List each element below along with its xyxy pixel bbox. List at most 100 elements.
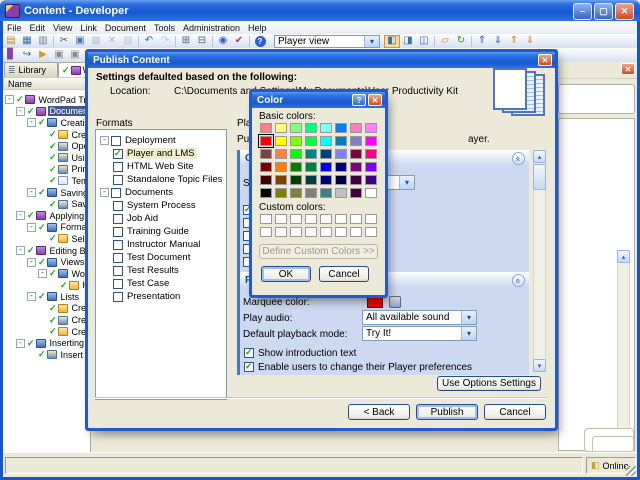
chevron-down-icon[interactable]: ▾	[461, 327, 476, 340]
print-icon[interactable]: ▥	[35, 35, 51, 48]
format-checkbox[interactable]	[113, 161, 123, 172]
spelling-icon[interactable]: ✔	[231, 35, 247, 48]
format-item[interactable]: Test Document	[96, 251, 226, 264]
custom-color-swatch[interactable]	[290, 214, 302, 224]
close-pane-button[interactable]: ✕	[621, 63, 635, 75]
tree-item[interactable]: -✓ WordPad Training	[3, 94, 90, 106]
custom-color-swatch[interactable]	[320, 214, 332, 224]
content-collapse-icon[interactable]: «	[512, 152, 525, 165]
format-item[interactable]: Test Case	[96, 277, 226, 290]
basic-color-swatch[interactable]	[320, 162, 332, 172]
basic-color-swatch[interactable]	[335, 123, 347, 133]
basic-color-swatch[interactable]	[365, 123, 377, 133]
scroll-up-button[interactable]: ▴	[533, 150, 546, 163]
basic-color-swatch[interactable]	[365, 188, 377, 198]
new-module-icon[interactable]: ▊	[3, 49, 19, 62]
tree-expander[interactable]: -	[16, 106, 25, 116]
playback-mode-select[interactable]: Try It! ▾	[362, 326, 477, 341]
basic-color-swatch[interactable]	[350, 149, 362, 159]
player-option-checkbox[interactable]	[244, 361, 254, 372]
format-item[interactable]: Job Aid	[96, 212, 226, 225]
basic-color-swatch[interactable]	[275, 149, 287, 159]
tree-expander[interactable]: -	[27, 292, 36, 302]
custom-color-swatch[interactable]	[350, 214, 362, 224]
tree-expander[interactable]: -	[5, 95, 14, 105]
color-help-button[interactable]: ?	[352, 94, 366, 106]
tab-module[interactable]: ✓ Word	[58, 62, 91, 77]
basic-color-swatch[interactable]	[275, 175, 287, 185]
save-icon[interactable]: ▦	[19, 35, 35, 48]
tree-item[interactable]: -✓ Editing Basics	[3, 245, 90, 257]
format-checkbox[interactable]	[111, 135, 121, 146]
custom-color-swatch[interactable]	[350, 227, 362, 237]
basic-color-swatch[interactable]	[365, 162, 377, 172]
menu-help[interactable]: Help	[244, 23, 271, 33]
menu-administration[interactable]: Administration	[179, 23, 244, 33]
format-expander[interactable]: -	[100, 136, 109, 145]
color-close-button[interactable]: ✕	[368, 94, 382, 106]
basic-color-swatch[interactable]	[305, 149, 317, 159]
basic-color-swatch[interactable]	[335, 175, 347, 185]
tree-item[interactable]: ✓ Hi	[3, 280, 90, 292]
basic-color-swatch[interactable]	[260, 162, 272, 172]
tree-item[interactable]: ✓Select	[3, 233, 90, 245]
marquee-color-swatch[interactable]	[367, 295, 383, 308]
tree-item[interactable]: ✓Creat	[3, 314, 90, 326]
menu-file[interactable]: File	[3, 23, 26, 33]
format-item[interactable]: HTML Web Site	[96, 160, 226, 173]
basic-color-swatch[interactable]	[260, 123, 272, 133]
format-checkbox[interactable]	[113, 148, 123, 159]
check-out-icon[interactable]: ⇓	[490, 35, 506, 48]
custom-color-swatch[interactable]	[335, 214, 347, 224]
expand-all-icon[interactable]: ⊞	[178, 35, 194, 48]
custom-color-swatch[interactable]	[320, 227, 332, 237]
help-icon[interactable]: ?	[252, 35, 268, 48]
basic-color-swatch[interactable]	[335, 149, 347, 159]
basic-color-swatch[interactable]	[290, 123, 302, 133]
tree-expander[interactable]: -	[27, 188, 36, 198]
format-checkbox[interactable]	[113, 200, 123, 211]
outline-view-button[interactable]: ◨	[400, 35, 416, 48]
basic-color-swatch[interactable]	[335, 136, 347, 146]
basic-color-swatch[interactable]	[305, 136, 317, 146]
back-button[interactable]: < Back	[348, 404, 410, 420]
basic-color-swatch[interactable]	[275, 188, 287, 198]
tree-item[interactable]: ✓Creat	[3, 326, 90, 338]
tree-item[interactable]: - ✓ Lists	[3, 291, 90, 303]
play-audio-select[interactable]: All available sound ▾	[362, 310, 477, 325]
preview-icon[interactable]: ▣	[67, 49, 83, 62]
undo-icon[interactable]: ↶	[141, 35, 157, 48]
format-checkbox[interactable]	[111, 187, 121, 198]
basic-color-swatch[interactable]	[350, 123, 362, 133]
scroll-up-button[interactable]: ▴	[617, 250, 630, 263]
use-options-settings-button[interactable]: Use Options Settings	[437, 376, 541, 391]
menu-view[interactable]: View	[49, 23, 76, 33]
close-button[interactable]: ✕	[615, 3, 634, 20]
basic-color-swatch[interactable]	[320, 136, 332, 146]
format-item[interactable]: - Deployment	[96, 134, 226, 147]
chevron-down-icon[interactable]: ▾	[364, 35, 379, 47]
tree-item[interactable]: - ✓ Inserting	[3, 337, 90, 349]
import-icon[interactable]: ⇑	[506, 35, 522, 48]
minimize-button[interactable]: –	[573, 3, 592, 20]
basic-color-swatch[interactable]	[290, 175, 302, 185]
ok-button[interactable]: OK	[261, 266, 311, 282]
format-checkbox[interactable]	[113, 291, 123, 302]
basic-color-swatch[interactable]	[260, 188, 272, 198]
open-folder-icon[interactable]: ▱	[437, 35, 453, 48]
basic-color-swatch[interactable]	[350, 136, 362, 146]
custom-color-swatch[interactable]	[305, 227, 317, 237]
custom-color-swatch[interactable]	[290, 227, 302, 237]
format-expander[interactable]: -	[100, 188, 109, 197]
format-checkbox[interactable]	[113, 213, 123, 224]
basic-color-swatch[interactable]	[305, 162, 317, 172]
menu-link[interactable]: Link	[76, 23, 101, 33]
custom-color-swatch[interactable]	[365, 214, 377, 224]
basic-color-swatch[interactable]	[350, 188, 362, 198]
basic-color-swatch[interactable]	[275, 123, 287, 133]
color-picker-icon[interactable]	[389, 296, 401, 308]
tree-item[interactable]: ✓Creat	[3, 129, 90, 141]
basic-color-swatch[interactable]	[260, 149, 272, 159]
chevron-down-icon[interactable]: ▾	[461, 311, 476, 324]
tree-expander[interactable]: -	[16, 338, 25, 348]
